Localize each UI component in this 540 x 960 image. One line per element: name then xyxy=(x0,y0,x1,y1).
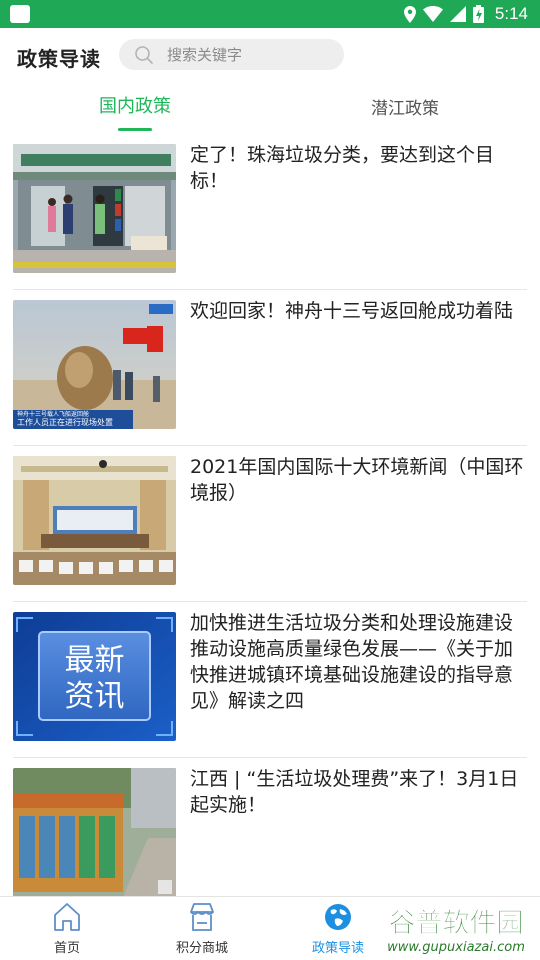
app-screen: 5:14 政策导读 国内政策 潜江政策 xyxy=(0,0,540,960)
wifi-icon xyxy=(422,6,443,22)
status-time: 5:14 xyxy=(494,4,528,23)
recycling-station-photo xyxy=(13,144,176,273)
banner-text-line1: 最新 xyxy=(65,643,125,678)
conference-room-photo xyxy=(13,456,176,585)
news-title[interactable]: 2021年国内国际十大环境新闻（中国环境报） xyxy=(190,454,526,506)
svg-text:神舟十三号载人飞船返回舱: 神舟十三号载人飞船返回舱 xyxy=(17,410,89,418)
page-title: 政策导读 xyxy=(17,47,101,71)
sorting-bins-photo xyxy=(13,768,176,896)
policy-tabs: 国内政策 潜江政策 xyxy=(0,84,540,134)
tab-qianjiang-policy[interactable]: 潜江政策 xyxy=(360,94,450,119)
location-icon xyxy=(403,5,416,23)
banner-text-line2: 资讯 xyxy=(65,679,125,714)
active-tab-indicator xyxy=(118,128,152,131)
news-thumbnail: 最新 资讯 xyxy=(13,612,176,741)
news-thumbnail xyxy=(13,456,176,585)
watermark-logo: 谷普软件园 www.gupuxiazai.com xyxy=(374,902,538,958)
app-notification-icon xyxy=(10,5,30,23)
nav-home-label: 首页 xyxy=(53,941,80,956)
news-item[interactable]: 2021年国内国际十大环境新闻（中国环境报） xyxy=(0,446,540,602)
news-thumbnail xyxy=(13,768,176,896)
news-list[interactable]: 定了！珠海垃圾分类，要达到这个目标！ 神舟十三号载人飞船返回舱 工作人员正在进行… xyxy=(0,134,540,896)
header: 政策导读 xyxy=(0,28,540,84)
news-item[interactable]: 江西 | “生活垃圾处理费”来了！3月1日起实施！ xyxy=(0,758,540,896)
thumb-caption: 工作人员正在进行现场处置 xyxy=(17,417,113,427)
news-item[interactable]: 神舟十三号载人飞船返回舱 工作人员正在进行现场处置 欢迎回家！神舟十三号返回舱成… xyxy=(0,290,540,446)
tab-domestic-policy[interactable]: 国内政策 xyxy=(90,92,180,118)
search-icon xyxy=(135,46,153,64)
nav-home[interactable]: 首页 xyxy=(12,897,122,960)
news-item[interactable]: 最新 资讯 加快推进生活垃圾分类和处理设施建设 推动设施高质量绿色发展——《关于… xyxy=(0,602,540,758)
news-title[interactable]: 定了！珠海垃圾分类，要达到这个目标！ xyxy=(190,142,526,194)
latest-news-banner: 最新 资讯 xyxy=(13,612,176,741)
news-item[interactable]: 定了！珠海垃圾分类，要达到这个目标！ xyxy=(0,134,540,290)
svg-text:www.gupuxiazai.com: www.gupuxiazai.com xyxy=(387,940,525,955)
news-thumbnail: 神舟十三号载人飞船返回舱 工作人员正在进行现场处置 xyxy=(13,300,176,429)
store-icon xyxy=(190,903,214,931)
news-title[interactable]: 欢迎回家！神舟十三号返回舱成功着陆 xyxy=(190,298,526,324)
status-icons: 5:14 xyxy=(403,0,528,28)
news-title[interactable]: 加快推进生活垃圾分类和处理设施建设 推动设施高质量绿色发展——《关于加快推进城镇… xyxy=(190,610,526,714)
svg-text:谷普软件园: 谷普软件园 xyxy=(389,907,524,939)
news-thumbnail xyxy=(13,144,176,273)
signal-icon xyxy=(449,6,466,22)
search-box[interactable] xyxy=(119,39,344,70)
globe-icon xyxy=(325,904,351,930)
news-title[interactable]: 江西 | “生活垃圾处理费”来了！3月1日起实施！ xyxy=(190,766,526,818)
nav-points-mall[interactable]: 积分商城 xyxy=(147,897,257,960)
status-bar: 5:14 xyxy=(0,0,540,28)
return-capsule-photo: 神舟十三号载人飞船返回舱 工作人员正在进行现场处置 xyxy=(13,300,176,429)
home-icon xyxy=(54,903,80,931)
battery-charging-icon xyxy=(472,5,484,23)
search-input[interactable] xyxy=(167,39,337,70)
nav-points-mall-label: 积分商城 xyxy=(175,941,228,956)
